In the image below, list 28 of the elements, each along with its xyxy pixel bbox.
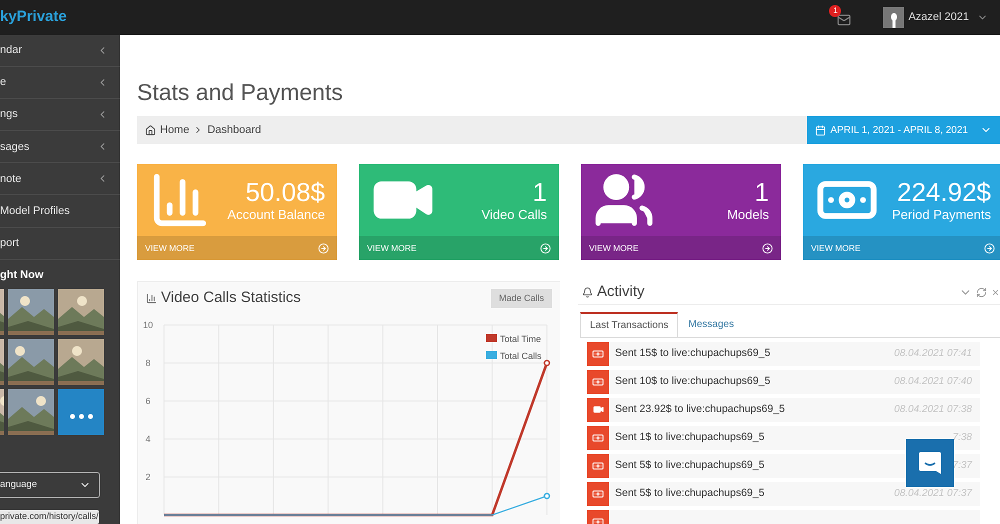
notification-badge: 1 [829, 4, 842, 16]
stat-label: Models [727, 208, 769, 221]
stat-label: Account Balance [227, 208, 325, 221]
stat-value: 1 [532, 179, 547, 205]
transaction-text: Sent 1$ to live:chupachups69_5 [615, 430, 764, 445]
stat-label: Video Calls [481, 208, 547, 221]
transaction-text: Sent 10$ to live:chupachups69_5 [615, 374, 770, 389]
panel-title: Video Calls Statistics [161, 288, 301, 308]
y-tick-label: 8 [146, 358, 150, 368]
legend-label: Total Time [500, 334, 542, 344]
stat-value: 50.08$ [245, 179, 325, 205]
y-tick-label: 4 [146, 434, 150, 444]
y-tick-label: 10 [143, 320, 153, 330]
y-tick-label: 2 [146, 472, 150, 482]
stat-value: 224.92$ [897, 179, 991, 205]
status-url: private.com/history/calls/ [0, 510, 99, 524]
breadcrumb-current: Dashboard [207, 122, 262, 138]
stat-label: Period Payments [892, 208, 991, 221]
legend-label: Total Calls [500, 351, 542, 361]
panel-title: Activity [597, 282, 645, 302]
page-title: Stats and Payments [137, 78, 344, 107]
transaction-text: Sent 15$ to live:chupachups69_5 [615, 346, 770, 361]
transaction-text: Sent 23.92$ to live:chupachups69_5 [615, 402, 785, 417]
transaction-text: Sent 5$ to live:chupachups69_5 [615, 486, 764, 501]
y-tick-label: 6 [146, 396, 150, 406]
transaction-text: Sent 5$ to live:chupachups69_5 [615, 458, 764, 473]
stat-value: 1 [754, 179, 769, 205]
section-title: ght Now [0, 268, 44, 283]
